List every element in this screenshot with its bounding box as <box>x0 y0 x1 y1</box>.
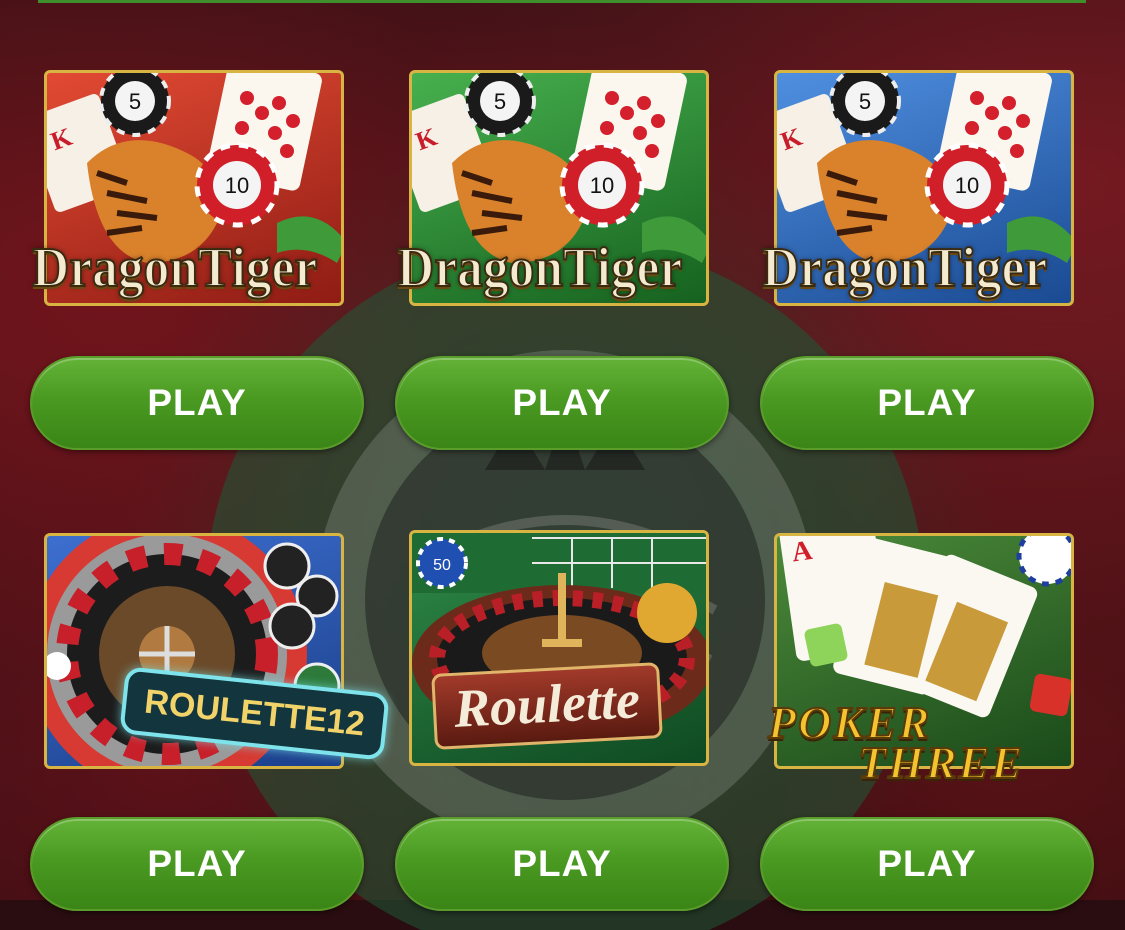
play-button-dragon-tiger-2[interactable]: PLAY <box>395 356 729 450</box>
header-divider <box>38 0 1086 3</box>
chip-10-label: 10 <box>590 173 614 198</box>
play-button-poker-three[interactable]: PLAY <box>760 817 1094 911</box>
chip-50-label: 50 <box>433 557 451 574</box>
chip-5-label: 5 <box>129 89 141 114</box>
game-title-dragon-tiger: DragonTiger <box>31 236 318 300</box>
game-title-dragon-tiger: DragonTiger <box>761 236 1048 300</box>
chip-5-label: 5 <box>859 89 871 114</box>
chip-10-label: 10 <box>225 173 249 198</box>
play-button-roulette[interactable]: PLAY <box>395 817 729 911</box>
chip-10-label: 10 <box>955 173 979 198</box>
game-title-roulette: Roulette <box>431 662 663 750</box>
chip-5-label: 5 <box>494 89 506 114</box>
play-button-dragon-tiger-1[interactable]: PLAY <box>30 356 364 450</box>
play-button-dragon-tiger-3[interactable]: PLAY <box>760 356 1094 450</box>
game-title-dragon-tiger: DragonTiger <box>396 236 683 300</box>
game-title-three: THREE <box>857 736 1024 789</box>
play-button-roulette12[interactable]: PLAY <box>30 817 364 911</box>
